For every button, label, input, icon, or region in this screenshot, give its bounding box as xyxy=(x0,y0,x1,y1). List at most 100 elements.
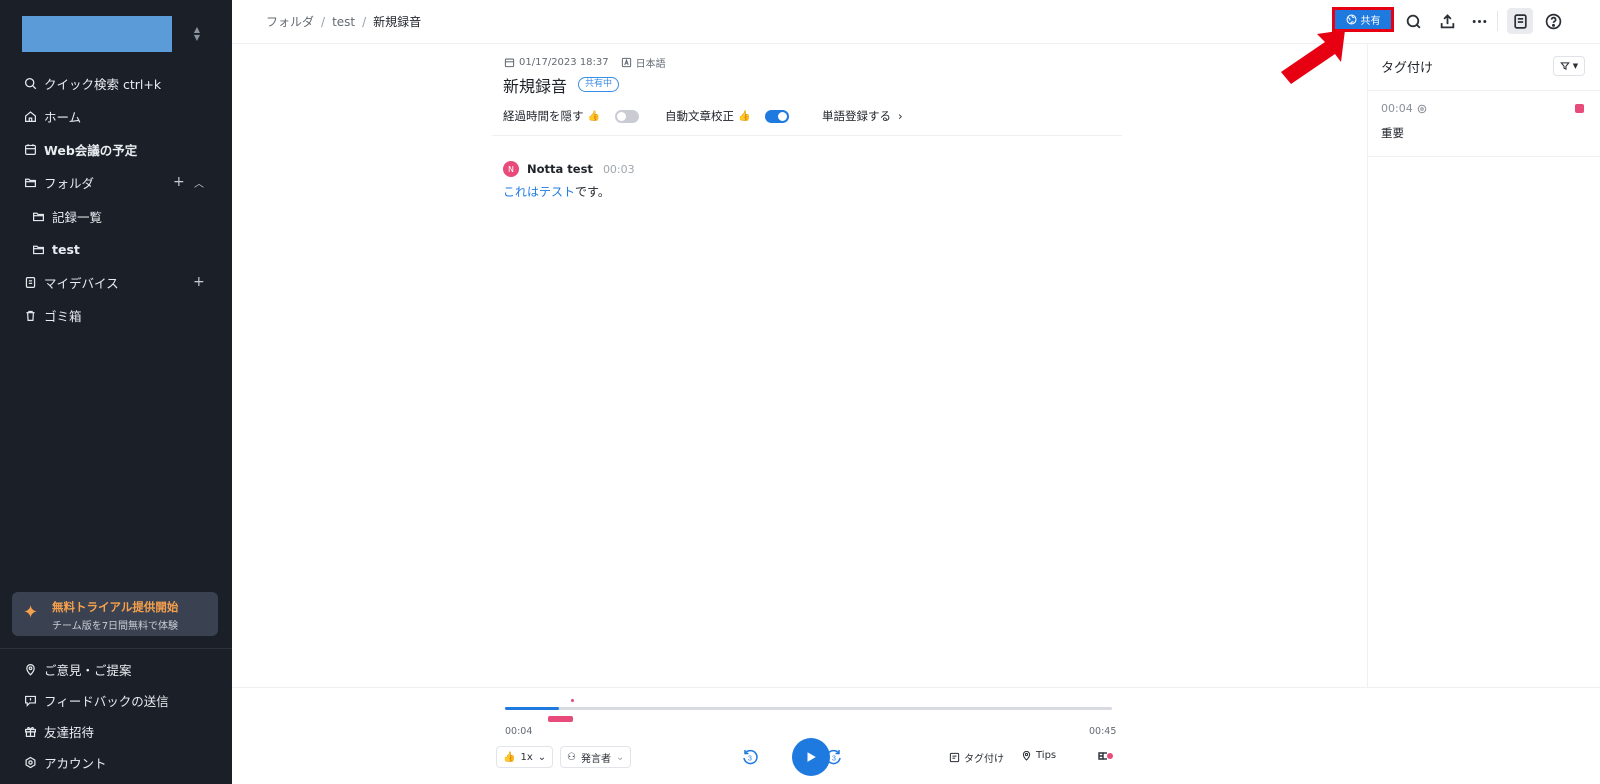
sidebar-item-feedback-idea[interactable]: ご意見・ご提案 xyxy=(22,658,132,680)
add-folder-icon[interactable]: + xyxy=(173,175,185,189)
premium-icon: 👍 xyxy=(503,751,516,763)
panel-divider xyxy=(1368,156,1600,157)
gift-icon xyxy=(22,723,38,739)
sidebar-item-account[interactable]: アカウント xyxy=(22,751,107,773)
sidebar-item-home[interactable]: ホーム xyxy=(22,105,81,127)
message-icon xyxy=(22,692,38,708)
red-arrow-annotation xyxy=(1281,30,1345,84)
pin-icon xyxy=(1417,104,1426,113)
speed-value: 1x xyxy=(520,751,533,763)
avatar[interactable]: N xyxy=(503,161,519,177)
sidebar-item-label: クイック検索 ctrl+k xyxy=(44,76,162,92)
sidebar-item-folder-test[interactable]: test xyxy=(30,238,80,260)
more-button[interactable] xyxy=(1469,11,1489,31)
search-icon xyxy=(22,75,38,91)
tag-color-swatch xyxy=(1575,104,1584,113)
sidebar-item-quick-search[interactable]: クイック検索 ctrl+k xyxy=(22,72,161,94)
sparkle-icon: ✦ xyxy=(23,602,39,623)
tips-label: Tips xyxy=(1036,750,1057,761)
upload-icon xyxy=(1440,13,1454,28)
document-icon xyxy=(1513,13,1527,29)
sidebar-item-trash[interactable]: ゴミ箱 xyxy=(22,304,82,326)
progress-track[interactable] xyxy=(505,707,1112,710)
transcript-text[interactable]: これはテストです。 xyxy=(503,183,610,200)
sidebar-item-label: フォルダ xyxy=(44,175,95,191)
current-time: 00:04 xyxy=(505,726,533,737)
language-icon xyxy=(621,57,631,68)
play-icon xyxy=(807,752,816,762)
speaker-name[interactable]: Notta test xyxy=(527,162,593,176)
svg-text:3: 3 xyxy=(832,756,836,763)
auto-proofread-toggle[interactable] xyxy=(765,110,789,123)
workspace-logo[interactable] xyxy=(22,16,172,52)
filter-icon xyxy=(1559,62,1570,70)
search-transcript-button[interactable] xyxy=(1403,11,1423,31)
tag-marker[interactable] xyxy=(548,716,573,722)
panel-divider xyxy=(1368,90,1600,91)
shortcut-keys-icon[interactable] xyxy=(1096,749,1114,763)
share-button[interactable]: 共有 xyxy=(1335,10,1391,29)
sidebar-item-meetings[interactable]: Web会議の予定 xyxy=(22,138,137,160)
sidebar-item-my-devices[interactable]: マイデバイス xyxy=(22,271,119,293)
utterance-time[interactable]: 00:03 xyxy=(603,163,635,176)
word-register-label: 単語登録する xyxy=(822,109,891,123)
speaker-filter-select[interactable]: ⚇ 発言者 ⌄ xyxy=(560,746,632,768)
ellipsis-icon xyxy=(1472,19,1486,23)
user-icon: ⚇ xyxy=(567,751,576,763)
total-time: 00:45 xyxy=(1089,726,1117,737)
transcript-rest: です。 xyxy=(575,185,610,199)
add-tag-button[interactable]: タグ付け xyxy=(949,750,1004,765)
chevron-up-icon[interactable]: ︿ xyxy=(194,175,204,190)
breadcrumb-folders[interactable]: フォルダ xyxy=(266,13,314,30)
sidebar-item-feedback-send[interactable]: フィードバックの送信 xyxy=(22,689,169,711)
toggle-knob xyxy=(617,112,626,121)
speed-select[interactable]: 👍 1x ⌄ xyxy=(496,746,554,768)
calendar-icon xyxy=(22,141,38,157)
language-selector[interactable]: 日本語 xyxy=(621,55,666,70)
trial-subtitle: チーム版を7日間無料で体験 xyxy=(52,621,179,632)
sidebar: ▲ ▼ クイック検索 ctrl+k ホーム Web会議の予定 フォルダ + ︿ 記… xyxy=(0,0,232,784)
trial-banner[interactable]: ✦ 無料トライアル提供開始 チーム版を7日間無料で体験 xyxy=(12,592,218,636)
tag-timestamp[interactable]: 00:04 xyxy=(1381,102,1427,115)
language-label: 日本語 xyxy=(635,59,666,70)
gear-icon xyxy=(22,754,38,770)
transcript-highlight: これはテスト xyxy=(503,185,576,199)
speaker-header: N Notta test 00:03 xyxy=(503,161,635,177)
premium-icon: 👍 xyxy=(587,110,600,122)
notes-panel-toggle[interactable] xyxy=(1507,8,1533,34)
sidebar-item-label: ゴミ箱 xyxy=(44,308,82,324)
content-divider xyxy=(492,135,1122,136)
export-button[interactable] xyxy=(1437,11,1457,31)
breadcrumb-test[interactable]: test xyxy=(332,15,355,29)
skip-forward-button[interactable]: 3 xyxy=(825,748,843,766)
share-label: 共有 xyxy=(1360,16,1381,27)
chevron-down-icon: ⌄ xyxy=(615,751,625,763)
sidebar-item-invite[interactable]: 友達招待 xyxy=(22,720,94,742)
chevron-down-icon: ▼ xyxy=(1572,62,1579,70)
sidebar-item-label: ご意見・ご提案 xyxy=(44,662,132,678)
trial-title: 無料トライアル提供開始 xyxy=(52,600,179,614)
sidebar-item-label: 友達招待 xyxy=(44,724,95,740)
skip-back-button[interactable]: 3 xyxy=(741,748,759,766)
speaker-filter-label: 発言者 xyxy=(580,753,611,765)
hide-elapsed-option: 経過時間を隠す 👍 xyxy=(503,108,600,124)
help-button[interactable] xyxy=(1543,11,1563,31)
tag-filter-button[interactable]: ▼ xyxy=(1553,56,1585,76)
sidebar-item-folder-list[interactable]: 記録一覧 xyxy=(30,205,102,227)
workspace-switch-icon[interactable]: ▲ ▼ xyxy=(193,26,201,42)
tips-button[interactable]: Tips xyxy=(1021,750,1056,761)
tag-label[interactable]: 重要 xyxy=(1381,125,1404,141)
tags-panel-title: タグ付け xyxy=(1381,61,1434,76)
auto-proofread-label: 自動文章校正 xyxy=(665,109,734,123)
sidebar-item-folders[interactable]: フォルダ xyxy=(22,171,94,193)
sidebar-item-label: 記録一覧 xyxy=(52,209,103,225)
tags-panel: タグ付け ▼ 00:04 重要 xyxy=(1367,44,1600,687)
hide-elapsed-toggle[interactable] xyxy=(615,110,639,123)
page-title[interactable]: 新規録音 xyxy=(503,73,567,97)
toggle-knob xyxy=(778,112,787,121)
tag-marker-dot[interactable] xyxy=(571,699,574,702)
toolbar-separator xyxy=(1497,11,1498,31)
word-register-link[interactable]: 単語登録する › xyxy=(822,108,903,124)
status-badge: 共有中 xyxy=(578,77,620,92)
add-device-icon[interactable]: + xyxy=(193,275,205,289)
